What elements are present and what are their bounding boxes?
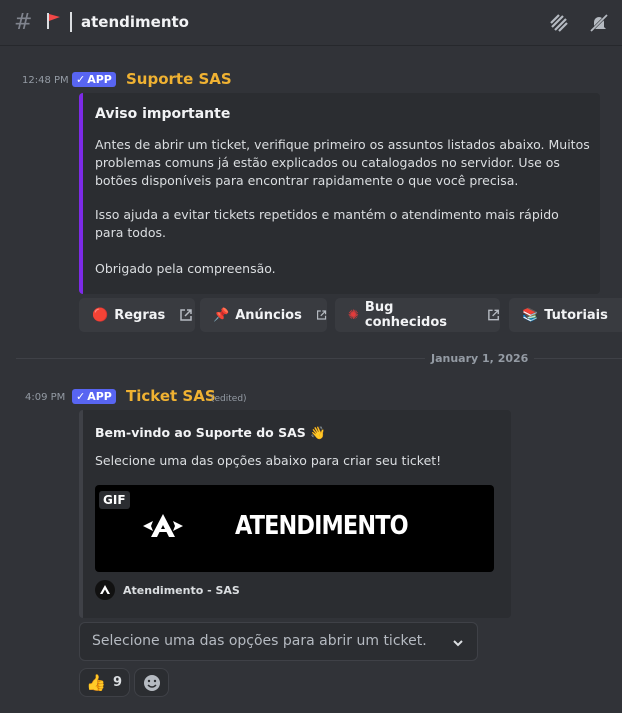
flag-icon — [47, 13, 60, 29]
external-link-icon — [180, 309, 192, 321]
channel-header: # atendimento — [0, 0, 622, 46]
channel-name: atendimento — [81, 13, 189, 31]
smiley-icon — [144, 675, 160, 691]
link-button-regras[interactable]: 🔴 Regras — [79, 298, 195, 332]
button-label: Regras — [114, 307, 166, 323]
bug-icon: ✺ — [348, 307, 359, 323]
embed-title: Aviso importante — [95, 106, 231, 122]
app-badge: ✓ APP — [72, 389, 116, 404]
sas-logo-icon — [143, 514, 183, 537]
mute-notifications-icon[interactable] — [588, 12, 610, 34]
message-embed: Bem-vindo ao Suporte do SAS 👋 Selecione … — [79, 410, 511, 618]
chevron-down-icon — [453, 640, 463, 647]
select-placeholder: Selecione uma das opções para abrir um t… — [92, 633, 427, 649]
link-button-bug-conhecidos[interactable]: ✺ Bug conhecidos — [335, 298, 500, 332]
embed-description: Selecione uma das opções abaixo para cri… — [95, 453, 442, 468]
reaction-thumbs-up[interactable]: 👍 9 — [79, 668, 130, 697]
check-icon: ✓ — [76, 73, 86, 86]
footer-avatar-icon — [95, 580, 115, 600]
threads-icon[interactable] — [548, 12, 570, 34]
date-divider-label: January 1, 2026 — [425, 352, 535, 365]
button-label: Anúncios — [235, 307, 302, 323]
embed-paragraph: Antes de abrir um ticket, verifique prim… — [95, 137, 590, 188]
message-embed: Aviso importante Antes de abrir um ticke… — [79, 93, 600, 294]
embed-title: Bem-vindo ao Suporte do SAS 👋 — [95, 425, 326, 440]
hashtag-icon: # — [14, 10, 33, 35]
message-timestamp: 4:09 PM — [25, 392, 66, 403]
external-link-icon — [488, 309, 499, 321]
button-label: Bug conhecidos — [364, 300, 448, 330]
message-author[interactable]: Ticket SAS — [126, 387, 216, 405]
message-author[interactable]: Suporte SAS — [126, 70, 232, 88]
gif-badge: GIF — [99, 491, 130, 509]
reaction-count: 9 — [113, 675, 123, 690]
app-badge-label: APP — [87, 390, 112, 403]
title-separator — [70, 12, 72, 32]
add-reaction-button[interactable] — [134, 668, 169, 697]
app-badge-label: APP — [87, 73, 112, 86]
link-button-anuncios[interactable]: 📌 Anúncios — [200, 298, 327, 332]
pushpin-icon: 📌 — [213, 307, 230, 323]
embed-gif-image[interactable]: GIF ATENDIMENTO — [95, 485, 494, 572]
link-button-tutoriais[interactable]: 📚 Tutoriais — [509, 298, 622, 332]
edited-label: (edited) — [211, 394, 247, 404]
book-icon: 📚 — [522, 307, 539, 323]
button-label: Tutoriais — [544, 307, 608, 323]
app-badge: ✓ APP — [72, 72, 116, 87]
check-icon: ✓ — [76, 390, 86, 403]
thumbs-up-icon: 👍 — [86, 673, 106, 692]
gif-title-text: ATENDIMENTO — [235, 511, 409, 541]
red-button-icon: 🔴 — [92, 307, 109, 323]
message-timestamp: 12:48 PM — [22, 75, 69, 86]
ticket-option-select[interactable]: Selecione uma das opções para abrir um t… — [79, 622, 478, 661]
embed-footer-text: Atendimento - SAS — [123, 584, 240, 597]
embed-paragraph: Isso ajuda a evitar tickets repetidos e … — [95, 207, 559, 240]
embed-paragraph: Obrigado pela compreensão. — [95, 261, 276, 276]
external-link-icon — [316, 310, 327, 320]
